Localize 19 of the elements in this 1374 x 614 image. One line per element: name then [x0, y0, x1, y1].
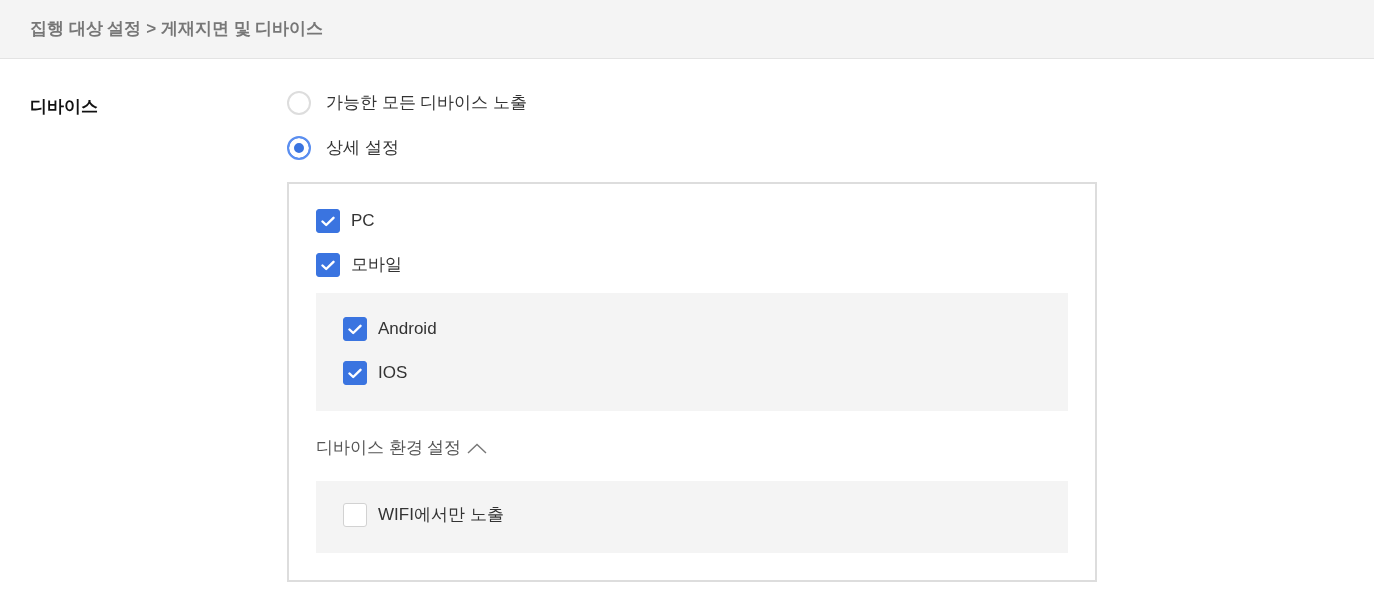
checkbox-label: 모바일	[351, 254, 402, 276]
check-icon	[321, 259, 335, 271]
check-icon	[348, 367, 362, 379]
radio-button[interactable]	[287, 136, 311, 160]
check-icon	[348, 323, 362, 335]
section-label: 디바이스	[30, 96, 98, 118]
checkbox-label: PC	[351, 210, 375, 232]
checkbox-label: Android	[378, 318, 437, 340]
radio-label: 가능한 모든 디바이스 노출	[326, 92, 528, 114]
check-icon	[321, 215, 335, 227]
checkbox[interactable]	[343, 317, 367, 341]
checkbox[interactable]	[343, 361, 367, 385]
checkbox[interactable]	[316, 253, 340, 277]
checkbox-label: WIFI에서만 노출	[378, 504, 504, 526]
radio-label: 상세 설정	[326, 137, 399, 159]
breadcrumb: 집행 대상 설정 > 게재지면 및 디바이스	[30, 18, 324, 40]
environment-settings-toggle[interactable]: 디바이스 환경 설정	[316, 436, 488, 460]
checkbox[interactable]	[316, 209, 340, 233]
checkbox-label: IOS	[378, 362, 408, 384]
